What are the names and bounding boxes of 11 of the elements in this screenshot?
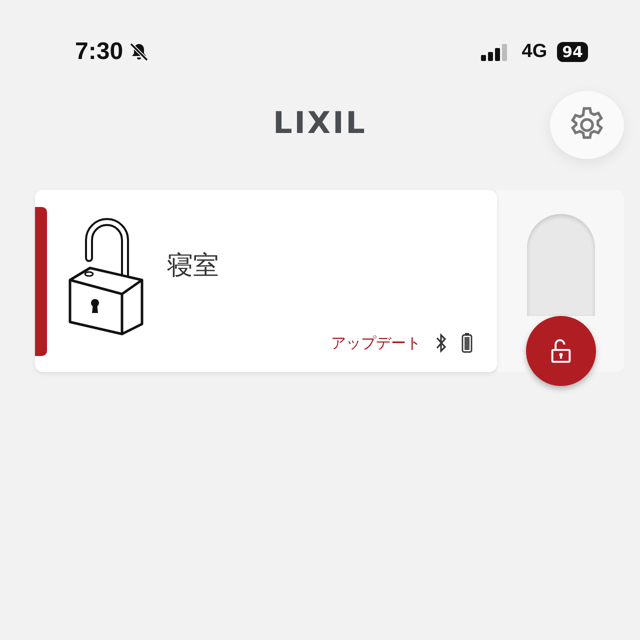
battery-indicator: 94 <box>557 42 588 62</box>
update-link[interactable]: アップデート <box>331 334 421 352</box>
status-time: 7:30 <box>75 38 124 66</box>
device-name: 寝室 <box>167 250 220 283</box>
signal-icon <box>480 42 510 62</box>
logo: LIXIL <box>273 106 367 140</box>
toggle-thumb[interactable] <box>526 316 596 386</box>
battery-icon <box>461 332 473 354</box>
device-card[interactable]: 寝室 アップデート <box>35 190 497 372</box>
bluetooth-icon <box>435 333 447 353</box>
network-label: 4G <box>522 41 548 63</box>
